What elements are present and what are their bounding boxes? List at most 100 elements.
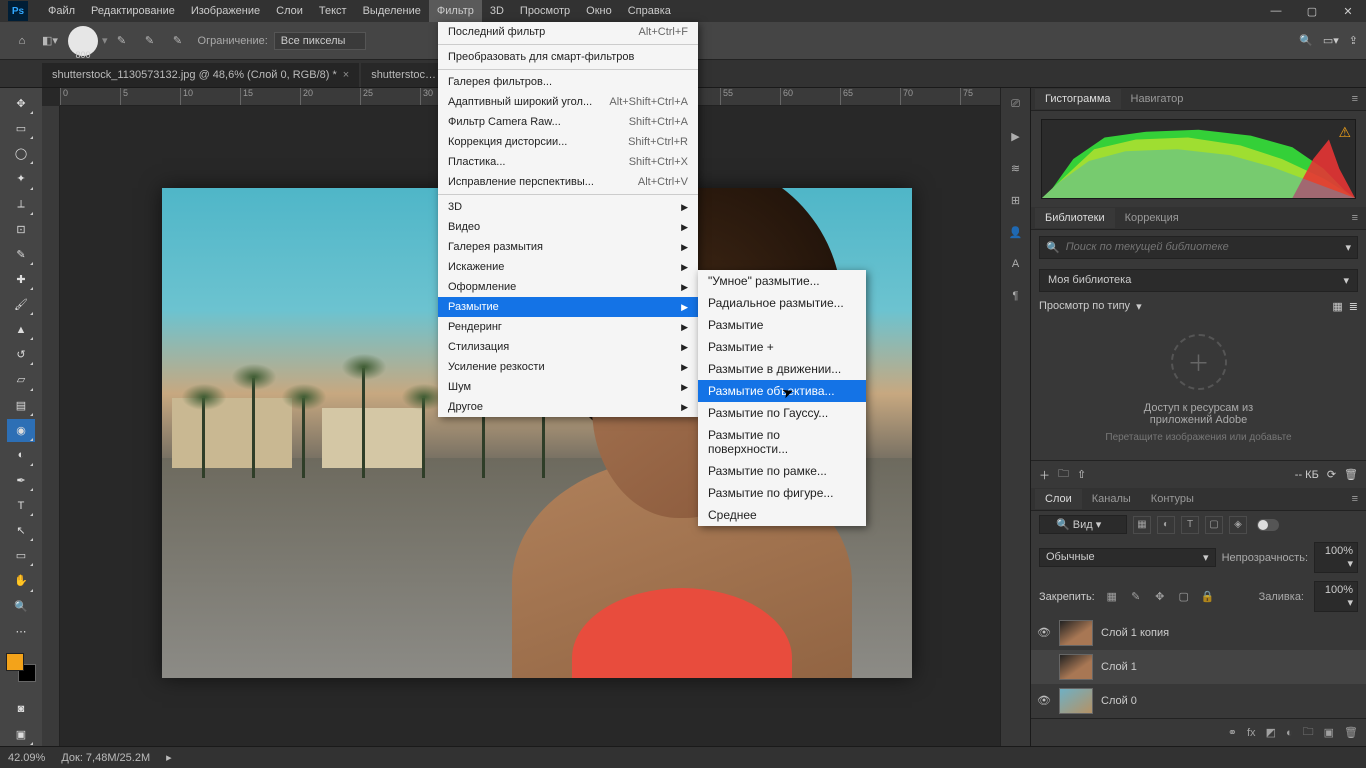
lasso-tool[interactable]: ◯ (7, 142, 35, 165)
layer-row[interactable]: Слой 1 (1031, 650, 1366, 684)
filter-item[interactable]: 3D▶ (438, 197, 698, 217)
panel-menu-icon[interactable]: ≡ (1344, 212, 1366, 224)
filter-smart-icon[interactable]: ◈ (1229, 516, 1247, 534)
crop-tool[interactable]: ⟂ (7, 193, 35, 216)
blur-tool[interactable]: ◉ (7, 419, 35, 442)
layer-thumbnail[interactable] (1059, 654, 1093, 680)
blur-item[interactable]: Размытие по поверхности... (698, 424, 866, 460)
doctab-1[interactable]: shutterstoc… (361, 63, 446, 87)
filter-item[interactable]: Пластика...Shift+Ctrl+X (438, 152, 698, 172)
filter-item[interactable]: Рендеринг▶ (438, 317, 698, 337)
tab-correction[interactable]: Коррекция (1115, 208, 1189, 228)
zoom-tool[interactable]: 🔍 (7, 595, 35, 618)
chevron-down-icon[interactable]: ▾ (1136, 300, 1142, 313)
filter-item[interactable]: Стилизация▶ (438, 337, 698, 357)
menu-изображение[interactable]: Изображение (183, 0, 268, 22)
filter-shape-icon[interactable]: ▢ (1205, 516, 1223, 534)
menu-справка[interactable]: Справка (620, 0, 679, 22)
layer-row[interactable]: 👁Слой 1 копия (1031, 616, 1366, 650)
adjustment-icon[interactable]: ◐ (1286, 727, 1293, 739)
group-icon[interactable]: 🗀 (1303, 723, 1314, 742)
home-button[interactable]: ⌂ (8, 27, 36, 55)
filter-item[interactable]: Преобразовать для смарт-фильтров (438, 47, 698, 67)
blur-item[interactable]: Размытие по фигуре... (698, 482, 866, 504)
add-placeholder-icon[interactable]: ＋ (1171, 334, 1227, 390)
blur-item[interactable]: Размытие объектива... (698, 380, 866, 402)
brush-preview[interactable]: 800 (68, 26, 98, 56)
fx-icon[interactable]: fx (1247, 727, 1256, 739)
sync-icon[interactable]: ⟳ (1327, 468, 1336, 481)
blur-item[interactable]: Размытие в движении... (698, 358, 866, 380)
restrict-select[interactable]: Все пикселы (274, 32, 367, 50)
menu-выделение[interactable]: Выделение (355, 0, 429, 22)
eraser-tool[interactable]: ▱ (7, 368, 35, 391)
lock-pixels-icon[interactable]: ▦ (1105, 590, 1119, 604)
marquee-tool[interactable]: ▭ (7, 117, 35, 140)
menu-фильтр[interactable]: Фильтр (429, 0, 482, 22)
menu-окно[interactable]: Окно (578, 0, 620, 22)
menu-3d[interactable]: 3D (482, 0, 512, 22)
path-select-tool[interactable]: ↖ (7, 519, 35, 542)
brush-icon-2[interactable]: ✎ (138, 29, 162, 53)
zoom-level[interactable]: 42.09% (8, 752, 45, 764)
panel-menu-icon[interactable]: ≡ (1344, 93, 1366, 105)
close-button[interactable]: ✕ (1330, 0, 1366, 22)
tab-paths[interactable]: Контуры (1141, 489, 1204, 509)
filter-toggle[interactable] (1257, 519, 1279, 531)
menu-редактирование[interactable]: Редактирование (83, 0, 183, 22)
blur-item[interactable]: "Умное" размытие... (698, 270, 866, 292)
strip-icon-6[interactable]: A (1006, 254, 1026, 274)
strip-icon-7[interactable]: ¶ (1006, 286, 1026, 306)
filter-adjust-icon[interactable]: ◐ (1157, 516, 1175, 534)
maximize-button[interactable]: ▢ (1294, 0, 1330, 22)
layer-name[interactable]: Слой 0 (1101, 695, 1137, 707)
trash-icon[interactable]: 🗑 (1344, 468, 1358, 481)
filter-item[interactable]: Адаптивный широкий угол...Alt+Shift+Ctrl… (438, 92, 698, 112)
move-tool[interactable]: ✥ (7, 92, 35, 115)
filter-item[interactable]: Исправление перспективы...Alt+Ctrl+V (438, 172, 698, 192)
search-icon[interactable]: 🔍 (1299, 34, 1313, 47)
blur-item[interactable]: Среднее (698, 504, 866, 526)
grid-view-icon[interactable]: ▦ (1332, 300, 1342, 313)
fill-input[interactable]: 100% ▾ (1314, 581, 1358, 612)
tab-histogram[interactable]: Гистограмма (1035, 89, 1121, 109)
brush-tool[interactable]: 🖌 (7, 293, 35, 316)
strip-icon-4[interactable]: ⊞ (1006, 190, 1026, 210)
magic-wand-tool[interactable]: ✦ (7, 167, 35, 190)
tab-channels[interactable]: Каналы (1082, 489, 1141, 509)
filter-item[interactable]: Фильтр Camera Raw...Shift+Ctrl+A (438, 112, 698, 132)
blend-mode-select[interactable]: Обычные▾ (1039, 548, 1216, 567)
tool-preset-icon[interactable]: ◧▾ (38, 29, 62, 53)
close-icon[interactable]: × (343, 69, 349, 81)
screenmode-tool[interactable]: ▣ (7, 723, 35, 746)
filter-item[interactable]: Оформление▶ (438, 277, 698, 297)
delete-layer-icon[interactable]: 🗑 (1344, 726, 1358, 739)
filter-item[interactable]: Усиление резкости▶ (438, 357, 698, 377)
tab-navigator[interactable]: Навигатор (1121, 89, 1194, 109)
healing-tool[interactable]: ✚ (7, 268, 35, 291)
foreground-color[interactable] (6, 653, 24, 671)
dodge-tool[interactable]: ◐ (7, 444, 35, 467)
layer-name[interactable]: Слой 1 копия (1101, 627, 1169, 639)
blur-item[interactable]: Размытие по Гауссу... (698, 402, 866, 424)
filter-item[interactable]: Размытие▶ (438, 297, 698, 317)
opacity-input[interactable]: 100% ▾ (1314, 542, 1358, 573)
strip-icon-5[interactable]: 👤 (1006, 222, 1026, 242)
layer-row[interactable]: 👁 Слой 0 (1031, 684, 1366, 718)
add-icon[interactable]: ＋ (1039, 467, 1050, 483)
lock-artboard-icon[interactable]: ▢ (1177, 590, 1191, 604)
edit-toolbar[interactable]: ⋯ (7, 620, 35, 643)
blur-item[interactable]: Размытие + (698, 336, 866, 358)
warning-icon[interactable]: ⚠ (1338, 124, 1351, 141)
list-view-icon[interactable]: ≣ (1349, 300, 1358, 313)
color-swatches[interactable] (6, 653, 36, 682)
quickmask-tool[interactable]: ◙ (7, 698, 35, 721)
menu-слои[interactable]: Слои (268, 0, 311, 22)
tab-layers[interactable]: Слои (1035, 489, 1082, 509)
blur-item[interactable]: Размытие по рамке... (698, 460, 866, 482)
lock-brush-icon[interactable]: ✎ (1129, 590, 1143, 604)
layer-name[interactable]: Слой 1 (1101, 661, 1137, 673)
chevron-down-icon[interactable]: ▾ (1345, 241, 1351, 254)
visibility-icon[interactable]: 👁 (1037, 694, 1051, 708)
workspace-icon[interactable]: ▭▾ (1323, 34, 1339, 47)
